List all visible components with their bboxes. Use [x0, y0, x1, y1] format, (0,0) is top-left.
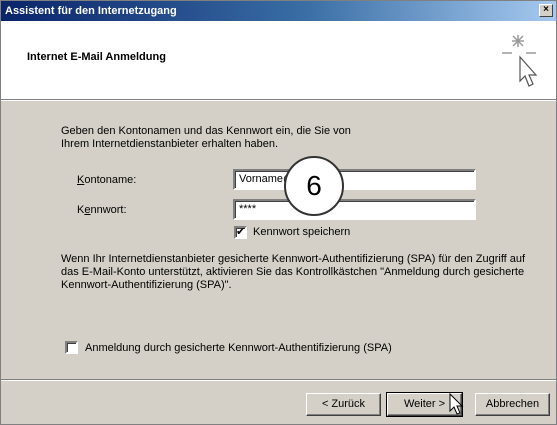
- cancel-button[interactable]: Abbrechen: [475, 393, 550, 416]
- window-title: Assistent für den Internetzugang: [5, 5, 177, 17]
- mouse-cursor-icon: [449, 393, 464, 415]
- spa-checkbox[interactable]: [65, 341, 78, 354]
- step-number-badge: 6: [284, 156, 344, 216]
- remember-password-checkbox[interactable]: [234, 225, 247, 239]
- remember-password-label: Kennwort speichern: [253, 226, 351, 238]
- title-bar[interactable]: Assistent für den Internetzugang ×: [1, 1, 556, 21]
- spa-description: Wenn Ihr Internetdienstanbieter gesicher…: [61, 253, 526, 291]
- intro-text: Geben den Kontonamen und das Kennwort ei…: [61, 125, 351, 150]
- close-button[interactable]: ×: [539, 4, 553, 17]
- password-label: Kennwort:: [77, 204, 127, 216]
- wizard-header: Internet E-Mail Anmeldung: [1, 21, 556, 100]
- footer-divider-highlight: [1, 380, 556, 381]
- wizard-sparkle-cursor-icon: [502, 35, 538, 87]
- account-name-input[interactable]: Vorname@: [233, 169, 476, 190]
- header-divider: [1, 100, 556, 101]
- password-input[interactable]: ****: [233, 199, 476, 220]
- account-name-label: Kontoname:: [77, 174, 137, 186]
- back-button[interactable]: < Zurück: [306, 393, 381, 416]
- page-title: Internet E-Mail Anmeldung: [27, 51, 166, 63]
- wizard-window: Assistent für den Internetzugang × Inter…: [0, 0, 557, 425]
- close-icon: ×: [543, 4, 549, 15]
- spa-checkbox-label: Anmeldung durch gesicherte Kennwort-Auth…: [85, 342, 392, 354]
